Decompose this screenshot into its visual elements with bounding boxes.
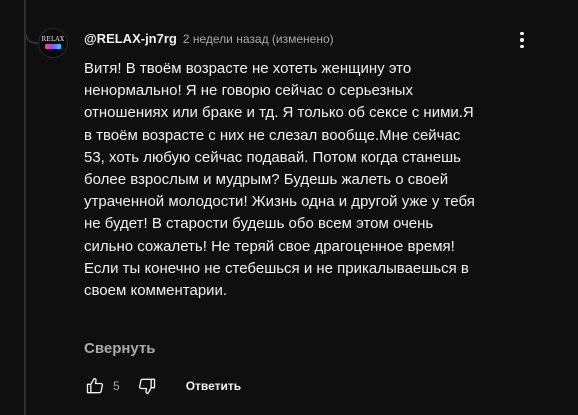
comment-line: своем комментарии. bbox=[84, 282, 228, 300]
comment-line: 53, хоть любую сейчас подавай. Потом ког… bbox=[84, 148, 461, 166]
comment-text: Витя! В твоём возрасте не хотеть женщину… bbox=[84, 58, 554, 302]
thread-connector bbox=[24, 0, 38, 44]
more-vertical-icon[interactable] bbox=[512, 28, 532, 52]
comment-line: Если ты конечно не стебешься и не прикал… bbox=[84, 259, 469, 277]
avatar-logo-text: RELAX bbox=[41, 36, 65, 43]
comment-line: более взрослым и мудрым? Будешь жалеть о… bbox=[84, 171, 449, 189]
avatar[interactable]: RELAX bbox=[38, 28, 68, 58]
comment-line: не будет! В старости будешь обо всем это… bbox=[84, 215, 434, 233]
comment-line: утраченной молодости! Жизнь одна и друго… bbox=[84, 193, 475, 211]
thumbs-down-icon[interactable] bbox=[136, 375, 158, 397]
reply-button[interactable]: Ответить bbox=[186, 379, 241, 393]
collapse-button[interactable]: Свернуть bbox=[84, 340, 156, 357]
like-count: 5 bbox=[113, 379, 120, 393]
comment-line: в твоём возрасте с них не слезал вообще.… bbox=[84, 126, 461, 144]
thumbs-up-icon[interactable] bbox=[84, 375, 106, 397]
comment-line: Витя! В твоём возрасте не хотеть женщину… bbox=[84, 60, 412, 77]
relax-logo-icon bbox=[45, 44, 61, 49]
comment-timestamp[interactable]: 2 недели назад (изменено) bbox=[183, 32, 334, 46]
author-name[interactable]: @RELAX-jn7rg bbox=[84, 31, 177, 46]
comment-header: @RELAX-jn7rg 2 недели назад (изменено) bbox=[84, 31, 334, 51]
comment-actions: 5 Ответить bbox=[84, 374, 241, 398]
comment-line: сильно сожалеть! Не теряй свое драгоценн… bbox=[84, 237, 455, 255]
comment-line: ненормально! Я не говорю сейчас о серьез… bbox=[84, 82, 413, 100]
thread-line bbox=[24, 0, 26, 415]
comment-line: отношениях или браке и тд. Я только об с… bbox=[84, 104, 474, 122]
